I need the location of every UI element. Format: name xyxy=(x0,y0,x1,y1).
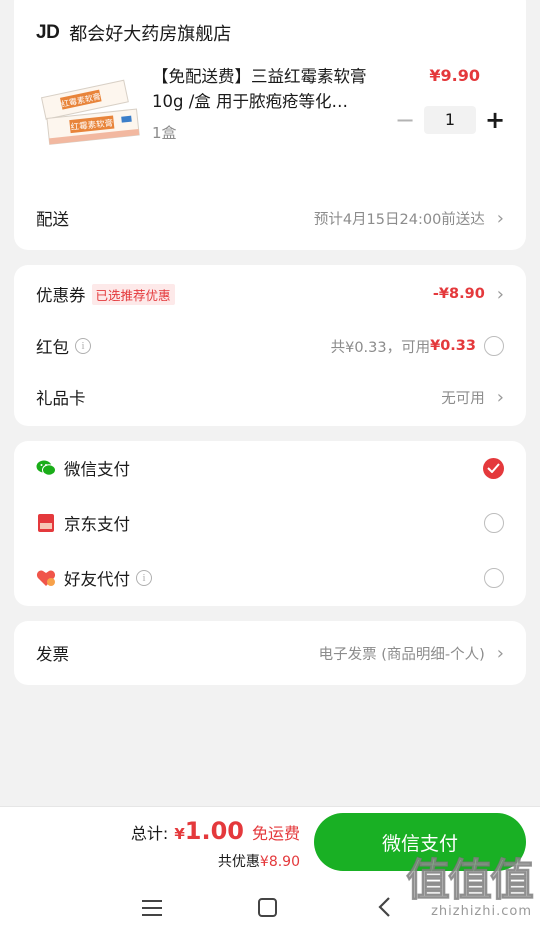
payment-label: 好友代付 xyxy=(64,570,130,589)
friend-pay-icon xyxy=(36,570,56,586)
discount-card: 优惠券 已选推荐优惠 -¥8.90 › 红包 i 共¥0.33，可用 ¥0.33… xyxy=(14,265,526,426)
product-image[interactable]: 红霉素软膏 红霉素软膏 xyxy=(34,74,146,156)
payment-option-wechat[interactable]: 微信支付 xyxy=(36,448,504,488)
redpacket-row[interactable]: 红包 i 共¥0.33，可用 ¥0.33 xyxy=(36,326,504,366)
payment-card: 微信支付 京东支付 好友代付 i xyxy=(14,441,526,606)
delivery-label: 配送 xyxy=(36,210,69,229)
increase-button[interactable]: + xyxy=(484,107,506,133)
total-summary: 总计: ¥ 1.00 免运费 xyxy=(131,817,300,845)
invoice-card: 发票 电子发票 (商品明细-个人) › xyxy=(14,621,526,685)
home-icon[interactable] xyxy=(257,892,279,922)
payment-option-friend[interactable]: 好友代付 i xyxy=(36,558,504,598)
chevron-right-icon: › xyxy=(496,642,504,664)
redpacket-total: 共¥0.33，可用 xyxy=(330,339,431,356)
back-icon[interactable] xyxy=(376,892,392,922)
jd-logo: JD xyxy=(36,22,60,43)
total-label: 总计: xyxy=(130,824,169,843)
order-card: JD 都会好大药房旗舰店 红霉素软膏 红霉素软膏 【免配送费】三益红霉素软膏10… xyxy=(14,0,526,250)
coupon-row[interactable]: 优惠券 已选推荐优惠 -¥8.90 › xyxy=(36,274,504,314)
chevron-right-icon: › xyxy=(496,283,504,305)
menu-icon[interactable] xyxy=(142,892,162,922)
currency-symbol: ¥ xyxy=(174,825,185,843)
chevron-right-icon: › xyxy=(496,207,504,229)
quantity-input[interactable]: 1 xyxy=(424,106,476,134)
redpacket-available: ¥0.33 xyxy=(430,338,476,354)
redpacket-label: 红包 xyxy=(36,338,69,357)
delivery-row[interactable]: 配送 预计4月15日24:00前送达 › xyxy=(36,198,504,238)
product-title[interactable]: 【免配送费】三益红霉素软膏10g /盒 用于脓疱疮等化… xyxy=(152,64,388,114)
product-price: ¥9.90 xyxy=(429,66,480,85)
info-icon[interactable]: i xyxy=(136,570,152,586)
watermark-url: zhizhizhi.com xyxy=(431,904,532,919)
coupon-tag: 已选推荐优惠 xyxy=(91,283,175,305)
redpacket-radio[interactable] xyxy=(484,336,504,356)
giftcard-row[interactable]: 礼品卡 无可用 › xyxy=(36,377,504,417)
payment-label: 京东支付 xyxy=(64,515,130,534)
free-shipping: 免运费 xyxy=(251,824,300,843)
watermark-logo: 值值值 xyxy=(406,855,535,906)
store-header[interactable]: JD 都会好大药房旗舰店 xyxy=(36,20,231,46)
selected-check-icon[interactable] xyxy=(483,457,504,479)
product-spec: 1盒 xyxy=(152,124,177,142)
giftcard-value: 无可用 xyxy=(441,390,485,407)
invoice-row[interactable]: 发票 电子发票 (商品明细-个人) › xyxy=(36,633,504,673)
chevron-right-icon: › xyxy=(496,386,504,408)
decrease-button[interactable]: − xyxy=(394,107,416,133)
giftcard-label: 礼品卡 xyxy=(36,389,86,408)
total-amount: 1.00 xyxy=(184,817,244,845)
discount-prefix: 共优惠 xyxy=(217,854,260,870)
delivery-value: 预计4月15日24:00前送达 xyxy=(313,211,485,228)
payment-label: 微信支付 xyxy=(64,460,130,479)
discount-value: ¥8.90 xyxy=(259,854,300,870)
quantity-stepper: − 1 + xyxy=(394,106,506,134)
invoice-value: 电子发票 (商品明细-个人) xyxy=(318,646,485,663)
wechat-icon xyxy=(36,460,56,476)
jdpay-icon xyxy=(38,514,54,532)
coupon-value: -¥8.90 xyxy=(432,286,485,302)
discount-summary: 共优惠¥8.90 xyxy=(218,851,300,871)
store-name: 都会好大药房旗舰店 xyxy=(69,24,232,45)
invoice-label: 发票 xyxy=(36,645,69,664)
coupon-label: 优惠券 xyxy=(36,286,86,305)
watermark: 值值值 zhizhizhi.com xyxy=(406,855,535,919)
payment-radio[interactable] xyxy=(484,568,504,588)
info-icon[interactable]: i xyxy=(75,338,91,354)
payment-option-jdpay[interactable]: 京东支付 xyxy=(36,503,504,543)
payment-radio[interactable] xyxy=(484,513,504,533)
